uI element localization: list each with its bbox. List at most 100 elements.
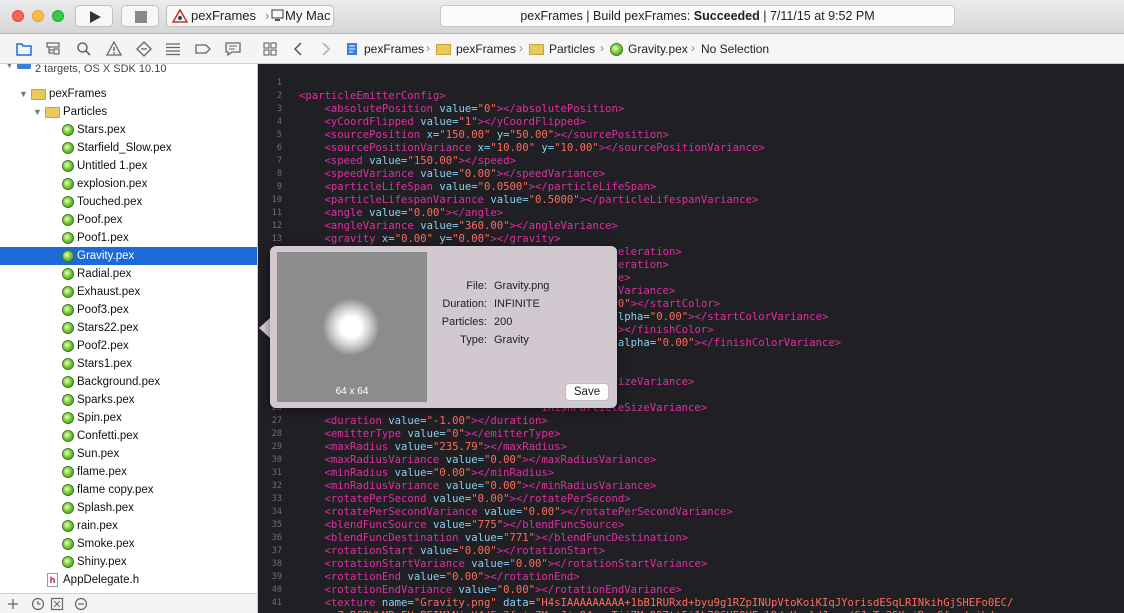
file-row[interactable]: Radial.pex	[0, 265, 257, 283]
code-token: ></startColorVariance>	[688, 311, 829, 323]
file-row[interactable]: flame.pex	[0, 463, 257, 481]
file-row[interactable]: Stars.pex	[0, 121, 257, 139]
file-row[interactable]: Sun.pex	[0, 445, 257, 463]
file-row[interactable]: Shiny.pex	[0, 553, 257, 571]
file-row[interactable]: Stars22.pex	[0, 319, 257, 337]
line-number: 9	[276, 182, 282, 192]
code-text: <rotationEndVariance value="0.00"></rota…	[299, 584, 682, 597]
filter-icon[interactable]	[74, 597, 88, 611]
file-row[interactable]: Confetti.pex	[0, 427, 257, 445]
file-label: Poof2.pex	[77, 340, 129, 352]
code-line[interactable]: 10 <particleLifespanVariance value="0.50…	[258, 194, 1124, 207]
file-row[interactable]: Starfield_Slow.pex	[0, 139, 257, 157]
file-row[interactable]: Poof2.pex	[0, 337, 257, 355]
file-tree: ▼ pexFrames 2 targets, OS X SDK 10.10 ▼ …	[0, 64, 257, 593]
stop-button[interactable]	[121, 5, 159, 27]
file-row[interactable]: Gravity.pex	[0, 247, 257, 265]
code-token: <particleLifeSpan	[299, 181, 440, 193]
crumb-subgroup[interactable]: Particles	[549, 42, 595, 56]
search-icon[interactable]	[76, 41, 92, 57]
run-button[interactable]	[75, 5, 113, 27]
disclosure-triangle-icon[interactable]: ▼	[5, 64, 14, 74]
file-row[interactable]: Smoke.pex	[0, 535, 257, 553]
file-row[interactable]: flame copy.pex	[0, 481, 257, 499]
code-line[interactable]: 11 <angle value="0.00"></angle>	[258, 207, 1124, 220]
crumb-file[interactable]: Gravity.pex	[628, 42, 688, 56]
code-line[interactable]: 1	[258, 77, 1124, 90]
code-line[interactable]: 40 <rotationEndVariance value="0.00"></r…	[258, 584, 1124, 597]
particles-value: 200	[494, 316, 513, 328]
project-row[interactable]: ▼ pexFrames 2 targets, OS X SDK 10.10	[0, 64, 257, 84]
code-line[interactable]: 36 <blendFuncDestination value="771"></b…	[258, 532, 1124, 545]
code-token: ></rotatePerSecond>	[509, 493, 631, 505]
scheme-selector[interactable]: pexFrames › My Mac	[166, 5, 334, 27]
recent-clock-icon[interactable]	[31, 597, 45, 611]
group-row[interactable]: ▼ pexFrames	[0, 85, 257, 103]
code-line[interactable]: 5 <sourcePosition x="150.00" y="50.00"><…	[258, 129, 1124, 142]
code-token: ></speed>	[458, 155, 516, 167]
code-line[interactable]: 33 <rotatePerSecond value="0.00"></rotat…	[258, 493, 1124, 506]
pex-file-icon	[62, 322, 74, 334]
file-row[interactable]: Stars1.pex	[0, 355, 257, 373]
file-row[interactable]: Background.pex	[0, 373, 257, 391]
line-number: 11	[271, 208, 282, 218]
file-row[interactable]: Poof.pex	[0, 211, 257, 229]
subgroup-row[interactable]: ▼ Particles	[0, 103, 257, 121]
code-line[interactable]: 28 <emitterType value="0"></emitterType>	[258, 428, 1124, 441]
code-line[interactable]: 12 <angleVariance value="360.00"></angle…	[258, 220, 1124, 233]
add-icon[interactable]	[6, 597, 20, 611]
close-window-button[interactable]	[12, 10, 24, 22]
back-chevron-icon[interactable]	[293, 42, 303, 56]
forward-chevron-icon[interactable]	[321, 42, 331, 56]
code-line[interactable]: 8 <speedVariance value="0.00"></speedVar…	[258, 168, 1124, 181]
file-row[interactable]: Untitled 1.pex	[0, 157, 257, 175]
disclosure-triangle-icon[interactable]: ▼	[33, 103, 42, 121]
code-line[interactable]: 13 <gravity x="0.00" y="0.00"></gravity>	[258, 233, 1124, 246]
debug-list-icon[interactable]	[165, 41, 181, 57]
file-row[interactable]: Splash.pex	[0, 499, 257, 517]
code-line[interactable]: 29 <maxRadius value="235.79"></maxRadius…	[258, 441, 1124, 454]
code-line[interactable]: 30 <maxRadiusVariance value="0.00"></max…	[258, 454, 1124, 467]
crumb-group[interactable]: pexFrames	[456, 42, 516, 56]
test-diamond-icon[interactable]	[136, 41, 152, 57]
code-line[interactable]: 7 <speed value="150.00"></speed>	[258, 155, 1124, 168]
code-line[interactable]: 32 <minRadiusVariance value="0.00"></min…	[258, 480, 1124, 493]
minimize-window-button[interactable]	[32, 10, 44, 22]
file-row[interactable]: Touched.pex	[0, 193, 257, 211]
code-line[interactable]: 2 <particleEmitterConfig>	[258, 90, 1124, 103]
source-control-icon[interactable]	[50, 597, 64, 611]
code-line[interactable]: 9 <particleLifeSpan value="0.0500"></par…	[258, 181, 1124, 194]
crumb-project[interactable]: pexFrames	[364, 42, 424, 56]
code-line[interactable]: 38 <rotationStartVariance value="0.00"><…	[258, 558, 1124, 571]
code-line[interactable]: 31 <minRadius value="0.00"></minRadius>	[258, 467, 1124, 480]
save-button[interactable]: Save	[565, 383, 609, 401]
file-row-appdelegate[interactable]: h AppDelegate.h	[0, 571, 257, 589]
code-line[interactable]: 37 <rotationStart value="0.00"></rotatio…	[258, 545, 1124, 558]
crumb-symbol[interactable]: No Selection	[701, 42, 769, 56]
file-row[interactable]: Poof1.pex	[0, 229, 257, 247]
code-line[interactable]: 3 <absolutePosition value="0"></absolute…	[258, 103, 1124, 116]
file-row[interactable]: Sparks.pex	[0, 391, 257, 409]
project-subtitle: 2 targets, OS X SDK 10.10	[35, 64, 167, 75]
related-items-grid-icon[interactable]	[263, 42, 277, 56]
code-line[interactable]: 27 <duration value="-1.00"></duration>	[258, 415, 1124, 428]
hierarchy-icon[interactable]	[45, 41, 61, 57]
file-row[interactable]: rain.pex	[0, 517, 257, 535]
zoom-window-button[interactable]	[52, 10, 64, 22]
code-line[interactable]: 4 <yCoordFlipped value="1"></yCoordFlipp…	[258, 116, 1124, 129]
file-label: Sun.pex	[77, 448, 120, 460]
warning-icon[interactable]	[106, 41, 122, 57]
code-line[interactable]: 6 <sourcePositionVariance x="10.00" y="1…	[258, 142, 1124, 155]
breakpoint-icon[interactable]	[195, 41, 211, 57]
file-row[interactable]: Exhaust.pex	[0, 283, 257, 301]
file-row[interactable]: Poof3.pex	[0, 301, 257, 319]
file-row[interactable]: Spin.pex	[0, 409, 257, 427]
code-line[interactable]: 35 <blendFuncSource value="775"></blendF…	[258, 519, 1124, 532]
code-line[interactable]: 34 <rotatePerSecondVariance value="0.00"…	[258, 506, 1124, 519]
folder-icon[interactable]	[16, 41, 32, 57]
code-line[interactable]: 39 <rotationEnd value="0.00"></rotationE…	[258, 571, 1124, 584]
report-bubble-icon[interactable]	[225, 41, 241, 57]
file-row[interactable]: explosion.pex	[0, 175, 257, 193]
disclosure-triangle-icon[interactable]: ▼	[19, 85, 28, 103]
code-line[interactable]: 41 <texture name="Gravity.png" data="H4s…	[258, 597, 1124, 610]
